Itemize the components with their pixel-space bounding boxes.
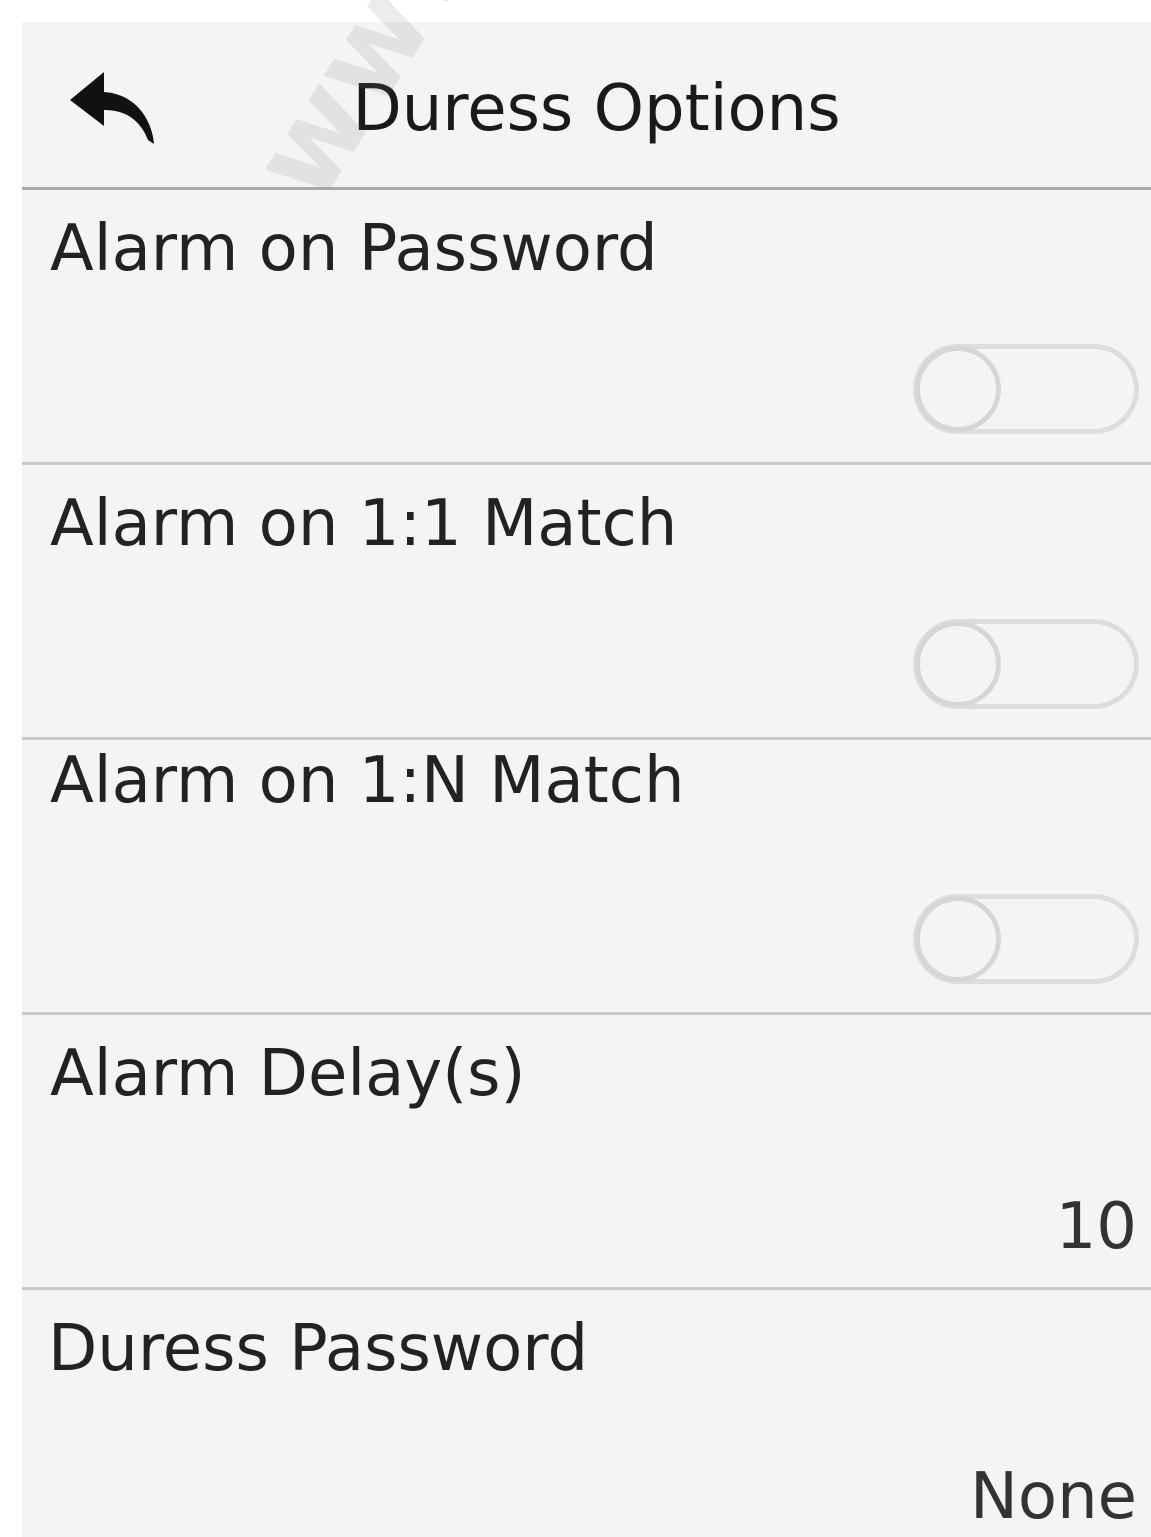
row-alarm-delay[interactable]: Alarm Delay(s) 10 xyxy=(22,1015,1151,1290)
alarm-on-1-1-match-toggle[interactable] xyxy=(913,619,1139,709)
row-alarm-on-1-n-match[interactable]: Alarm on 1:N Match xyxy=(22,740,1151,1015)
row-label: Alarm on Password xyxy=(50,212,658,286)
page-title: Duress Options xyxy=(352,72,841,146)
row-label: Alarm on 1:1 Match xyxy=(50,487,678,561)
row-label: Alarm Delay(s) xyxy=(50,1037,526,1111)
duress-password-value: None xyxy=(970,1460,1137,1534)
toggle-knob xyxy=(915,346,1001,432)
alarm-on-password-toggle[interactable] xyxy=(913,344,1139,434)
row-duress-password[interactable]: Duress Password None xyxy=(22,1290,1151,1537)
header-bar: Duress Options xyxy=(22,22,1151,190)
row-label: Duress Password xyxy=(48,1312,589,1386)
row-alarm-on-password[interactable]: Alarm on Password xyxy=(22,190,1151,465)
alarm-on-1-n-match-toggle[interactable] xyxy=(913,894,1139,984)
alarm-delay-value: 10 xyxy=(1055,1190,1137,1264)
row-alarm-on-1-1-match[interactable]: Alarm on 1:1 Match xyxy=(22,465,1151,740)
toggle-knob xyxy=(915,896,1001,982)
toggle-knob xyxy=(915,621,1001,707)
row-label: Alarm on 1:N Match xyxy=(50,744,685,818)
duress-options-screen: Duress Options Alarm on Password Alarm o… xyxy=(22,22,1151,1537)
